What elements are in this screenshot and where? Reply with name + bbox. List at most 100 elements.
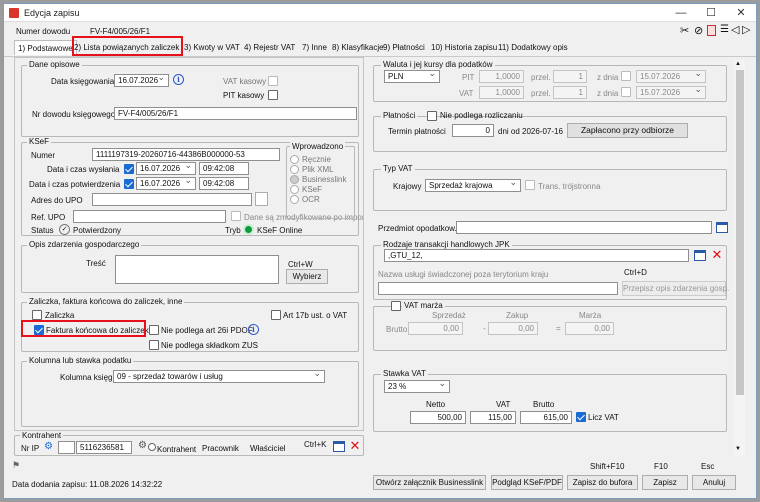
zaplacono-button[interactable]: Zapłacono przy odbiorze [567,123,688,138]
pit-przel-field[interactable]: 1 [553,70,587,83]
kontrahent-list-icon[interactable] [333,441,345,452]
przedmiot-list-icon[interactable] [716,222,728,233]
tresc-field[interactable] [115,255,279,284]
kolumna-select[interactable]: 09 - sprzedaż towarów i usług [113,370,325,383]
pit-date-checkbox[interactable] [621,71,631,81]
przepisz-button[interactable]: Przepisz opis zdarzenia gosp. [622,281,729,296]
prev-arrow-icon[interactable]: ◁ [731,23,739,36]
nie-podlega-rozliczaniu-checkbox[interactable] [427,111,437,121]
art17-checkbox[interactable] [271,310,281,320]
data-wyslania-time[interactable]: 09:42:08 [199,162,249,175]
kontrahent-radio[interactable] [148,443,156,451]
scissors-icon[interactable]: ✂ [680,24,689,37]
zaliczka-checkbox[interactable] [32,310,42,320]
attachment-icon[interactable]: ⊘ [694,24,703,37]
vat-date-field[interactable]: 15.07.2026 [636,86,706,99]
tab-platnosci[interactable]: 9) Płatności [383,40,425,55]
data-wyslania-checkbox[interactable] [124,164,134,174]
radio-businesslink[interactable] [290,175,299,184]
data-potw-date[interactable]: 16.07.2026 [136,177,196,190]
pit-kasowy-checkbox[interactable] [268,90,278,100]
open-businesslink-button[interactable]: Otwórz załącznik Businesslink [373,475,486,490]
tab-pracownik[interactable]: Pracownik [202,444,239,454]
tab-inne[interactable]: 7) Inne [302,40,327,55]
gear-icon[interactable]: ⚙ [138,440,147,451]
vat-amount-field[interactable]: 115,00 [470,411,516,424]
scrollbar-thumb[interactable] [736,70,744,395]
licz-vat-checkbox[interactable] [576,412,586,422]
stawka-select[interactable]: 23 % [384,380,450,393]
radio-ocr[interactable] [290,195,299,204]
tab-dodatkowy-opis[interactable]: 11) Dodatkowy opis [498,40,568,55]
data-ksiegowania-field[interactable]: 16.07.2026 [114,74,169,87]
zapisz-button[interactable]: Zapisz [642,475,688,490]
nie-podlega-zus-checkbox[interactable] [149,340,159,350]
termin-field[interactable]: 0 [452,124,494,137]
vat-kasowy-checkbox[interactable] [268,76,278,86]
data-wyslania-date[interactable]: 16.07.2026 [136,162,196,175]
currency-select[interactable]: PLN [384,70,440,83]
podglad-ksef-button[interactable]: Podgląd KSeF/PDF [491,475,563,490]
nr-dowodu-field[interactable]: FV-F4/005/26/F1 [114,107,357,120]
vat-marza-checkbox[interactable] [391,301,401,311]
adres-upo-button[interactable] [255,192,268,206]
jpk-list-icon[interactable] [694,250,706,261]
vat-rate-field[interactable]: 1,0000 [479,86,524,99]
zakup-field[interactable]: 0,00 [488,322,538,335]
tab-podstawowe[interactable]: 1) Podstawowe [14,40,77,55]
radio-ksef-label: KSeF [302,185,323,194]
scrollbar-up[interactable]: ▲ [735,61,741,67]
data-potw-time[interactable]: 09:42:08 [199,177,249,190]
nip-prefix-field[interactable] [58,441,75,454]
radio-recznie[interactable] [290,155,299,164]
tab-kontrahent[interactable]: Kontrahent [157,445,196,455]
data-potw-checkbox[interactable] [124,179,134,189]
tab-historia[interactable]: 10) Historia zapisu [431,40,497,55]
nip-label: Nr IP [21,444,40,453]
krajowy-select[interactable]: Sprzedaż krajowa [425,179,521,192]
close-button[interactable]: ✕ [726,4,756,22]
brutto-field[interactable]: 615,00 [520,411,572,424]
zapisz-do-bufora-button[interactable]: Zapisz do bufora [567,475,638,490]
pit-rate-field[interactable]: 1,0000 [479,70,524,83]
edit-entry-window: Edycja zapisu — ☐ ✕ Numer dowodu FV-F4/0… [3,3,757,499]
ksef-numer-field[interactable]: 1111197319-20260716-44386B000000-53 [92,148,280,161]
search-nip-icon[interactable]: ⚙ [44,441,53,452]
wprowadzono-title: Wprowadzono [290,142,346,152]
kolumna-label: Kolumna księgi [60,373,115,382]
nip-field[interactable]: 5116236581 [76,441,132,454]
tab-klasyfikacje[interactable]: 8) Klasyfikacje [332,40,384,55]
tab-wlasciciel[interactable]: Właściciel [250,444,286,454]
zmodyfikowane-checkbox[interactable] [231,211,241,221]
anuluj-button[interactable]: Anuluj [692,475,736,490]
przedmiot-field[interactable] [456,221,712,234]
radio-plik-xml[interactable] [290,165,299,174]
vat-przel-field[interactable]: 1 [553,86,587,99]
group-title-kolumna: Kolumna lub stawka podatku [27,356,134,366]
trans-trojstronna-checkbox[interactable] [525,180,535,190]
jpk-field[interactable]: ,GTU_12, [384,249,689,262]
document-icon[interactable] [707,25,716,36]
radio-ksef[interactable] [290,185,299,194]
marza-field[interactable]: 0,00 [565,322,614,335]
info-icon[interactable]: i [248,324,259,335]
maximize-button[interactable]: ☐ [696,4,726,22]
ref-upo-field[interactable] [73,210,226,223]
nazwa-uslugi-field[interactable] [378,282,618,295]
next-arrow-icon[interactable]: ▷ [742,23,750,36]
sprzedaz-field[interactable]: 0,00 [408,322,463,335]
pit-date-field[interactable]: 15.07.2026 [636,70,706,83]
nie-podlega-26i-checkbox[interactable] [149,325,159,335]
adres-upo-field[interactable] [92,193,252,206]
netto-field[interactable]: 500,00 [410,411,466,424]
vat-date-checkbox[interactable] [621,87,631,97]
tab-kwoty-vat[interactable]: 3) Kwoty w VAT [184,40,240,55]
minimize-button[interactable]: — [666,4,696,22]
jpk-clear-icon[interactable]: ✕ [710,248,724,262]
list-icon[interactable]: ☰ [720,24,729,35]
tab-rejestr-vat[interactable]: 4) Rejestr VAT [244,40,295,55]
kontrahent-clear-icon[interactable]: ✕ [348,439,362,453]
wybierz-button[interactable]: Wybierz [286,269,328,284]
scrollbar-down[interactable]: ▼ [735,446,741,452]
info-icon[interactable]: i [173,74,184,85]
